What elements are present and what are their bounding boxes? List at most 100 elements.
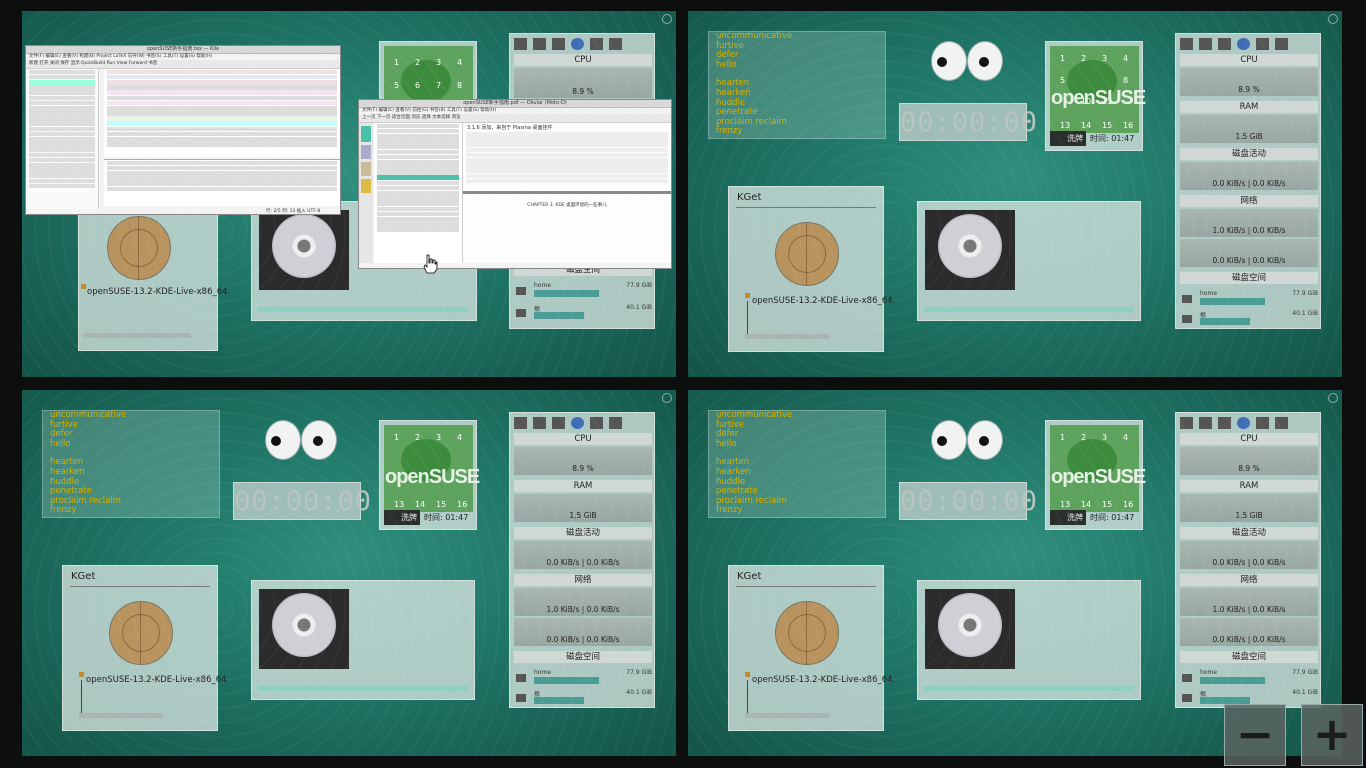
kile-log-panel[interactable] <box>104 159 340 206</box>
memory-icon[interactable] <box>1218 417 1231 429</box>
memory-icon[interactable] <box>1218 38 1231 50</box>
puzzle-tile[interactable]: 14 <box>1081 500 1091 509</box>
memory-icon[interactable] <box>552 38 565 50</box>
puzzle-tile[interactable]: 16 <box>1123 121 1133 130</box>
media-player-widget[interactable] <box>917 580 1141 700</box>
zoom-out-button[interactable]: − <box>1224 704 1286 766</box>
puzzle-tile[interactable]: 8 <box>457 81 462 90</box>
player-progress[interactable] <box>924 686 1134 691</box>
kile-window[interactable]: openSUSE新手指南.tex — Kile 文件(F) 编辑(E) 查看(V… <box>25 45 341 215</box>
memory-icon[interactable] <box>552 417 565 429</box>
kget-dial[interactable] <box>775 222 839 286</box>
battery-icon[interactable] <box>609 38 622 50</box>
timer-widget[interactable]: 00:00:00 <box>233 482 371 520</box>
puzzle-tile[interactable]: 14 <box>1081 121 1091 130</box>
sysmon-toolbar[interactable] <box>514 417 652 431</box>
sysmon-toolbar[interactable] <box>514 38 652 52</box>
puzzle-tile[interactable]: 4 <box>1123 54 1128 63</box>
puzzle-tile[interactable]: 3 <box>1102 54 1107 63</box>
cpu-icon[interactable] <box>533 38 546 50</box>
puzzle-board[interactable]: 1 2 3 4 openSUSE 13 14 15 16 <box>1050 425 1146 512</box>
puzzle-tile[interactable]: 1 <box>1060 433 1065 442</box>
shuffle-button[interactable]: 洗牌 <box>1050 510 1086 525</box>
virtual-desktop-2[interactable]: uncommunicative furtive defer hello hear… <box>688 11 1342 377</box>
puzzle-tile[interactable]: 2 <box>1081 54 1086 63</box>
network-globe-icon[interactable] <box>571 417 584 429</box>
hardware-icon[interactable] <box>1180 38 1193 50</box>
puzzle-tile[interactable]: 2 <box>1081 433 1086 442</box>
puzzle-tile[interactable]: 14 <box>415 500 425 509</box>
puzzle-tile[interactable]: 3 <box>1102 433 1107 442</box>
sysmon-toolbar[interactable] <box>1180 38 1318 52</box>
puzzle-tile[interactable]: 4 <box>1123 433 1128 442</box>
cpu-icon[interactable] <box>533 417 546 429</box>
okular-window[interactable]: openSUSE新手指南.pdf — Okular (Moto-D) 文件(F)… <box>358 99 672 269</box>
zoom-in-button[interactable]: + <box>1301 704 1363 766</box>
desktop-corner-icon[interactable] <box>662 393 672 403</box>
puzzle-tile[interactable]: 4 <box>457 433 462 442</box>
notes-widget[interactable]: uncommunicative furtive defer hello hear… <box>42 410 220 518</box>
okular-page-view[interactable]: 3.1.6 添加，来自于 Plasma 桌面挂件 CHAPTER 3. KDE … <box>463 123 671 263</box>
desktop-corner-icon[interactable] <box>662 14 672 24</box>
virtual-desktop-3[interactable]: uncommunicative furtive defer hello hear… <box>22 390 676 756</box>
virtual-desktop-1[interactable]: 1 2 3 4 5 6 7 8 openSUSE-13.2-KDE-Live-x… <box>22 11 676 377</box>
puzzle-tile[interactable]: 2 <box>415 58 420 67</box>
puzzle-widget[interactable]: 1 2 3 4 5 8 10 11 openSUSE 13 14 15 16 洗… <box>1045 41 1146 151</box>
kget-dial[interactable] <box>109 601 173 665</box>
disk-icon[interactable] <box>1256 417 1269 429</box>
puzzle-tile[interactable]: 15 <box>436 500 446 509</box>
kget-widget[interactable]: KGet openSUSE-13.2-KDE-Live-x86_64. <box>62 565 229 731</box>
media-player-widget[interactable] <box>917 201 1141 321</box>
media-player-widget[interactable] <box>251 580 475 700</box>
puzzle-tile[interactable]: 5 <box>394 81 399 90</box>
puzzle-tile[interactable]: 3 <box>436 433 441 442</box>
virtual-desktop-4[interactable]: uncommunicative furtive defer hello hear… <box>688 390 1342 756</box>
notes-widget[interactable]: uncommunicative furtive defer hello hear… <box>708 410 886 518</box>
player-progress[interactable] <box>258 307 468 312</box>
timer-widget[interactable]: 00:00:00 <box>899 103 1037 141</box>
kget-widget[interactable]: KGet openSUSE-13.2-KDE-Live-x86_64. <box>728 186 895 352</box>
hardware-icon[interactable] <box>1180 417 1193 429</box>
player-progress[interactable] <box>258 686 468 691</box>
puzzle-tile[interactable]: 13 <box>1060 500 1070 509</box>
disk-icon[interactable] <box>590 417 603 429</box>
shuffle-button[interactable]: 洗牌 <box>1050 131 1086 146</box>
puzzle-tile[interactable]: 16 <box>1123 500 1133 509</box>
puzzle-widget[interactable]: 1 2 3 4 openSUSE 13 14 15 16 洗牌 时间: 01:4… <box>379 420 480 530</box>
shuffle-button[interactable]: 洗牌 <box>384 510 420 525</box>
battery-icon[interactable] <box>1275 417 1288 429</box>
battery-icon[interactable] <box>609 417 622 429</box>
network-globe-icon[interactable] <box>571 38 584 50</box>
player-progress[interactable] <box>924 307 1134 312</box>
kget-dial[interactable] <box>107 216 171 280</box>
battery-icon[interactable] <box>1275 38 1288 50</box>
desktop-corner-icon[interactable] <box>1328 14 1338 24</box>
puzzle-board[interactable]: 1 2 3 4 openSUSE 13 14 15 16 <box>384 425 480 512</box>
puzzle-tile[interactable]: 5 <box>1060 76 1065 85</box>
puzzle-tile[interactable]: 1 <box>394 58 399 67</box>
kile-toolbar[interactable]: 新建 打开 关闭 保存 显示 QuickBuild Run View Forwa… <box>26 60 340 69</box>
kile-titlebar[interactable]: openSUSE新手指南.tex — Kile <box>26 46 340 54</box>
network-globe-icon[interactable] <box>1237 417 1250 429</box>
puzzle-tile[interactable]: 8 <box>1123 76 1128 85</box>
puzzle-tile[interactable]: 13 <box>1060 121 1070 130</box>
cpu-icon[interactable] <box>1199 38 1212 50</box>
okular-toolbar[interactable]: 上一页 下一页 适合页面 浏览 选择 文本选择 浏览 <box>359 114 671 123</box>
puzzle-board[interactable]: 1 2 3 4 5 8 10 11 openSUSE 13 14 15 16 <box>1050 46 1146 133</box>
timer-widget[interactable]: 00:00:00 <box>899 482 1037 520</box>
kile-editor[interactable] <box>104 69 340 157</box>
notes-widget[interactable]: uncommunicative furtive defer hello hear… <box>708 31 886 139</box>
disk-icon[interactable] <box>590 38 603 50</box>
puzzle-tile[interactable]: 15 <box>1102 500 1112 509</box>
kile-structure-panel[interactable] <box>26 69 99 209</box>
okular-sidebar[interactable] <box>359 123 373 263</box>
puzzle-tile[interactable]: 15 <box>1102 121 1112 130</box>
cpu-icon[interactable] <box>1199 417 1212 429</box>
hardware-icon[interactable] <box>514 417 527 429</box>
sysmon-toolbar[interactable] <box>1180 417 1318 431</box>
kget-widget[interactable]: KGet openSUSE-13.2-KDE-Live-x86_64. <box>728 565 895 731</box>
disk-icon[interactable] <box>1256 38 1269 50</box>
puzzle-tile[interactable]: 3 <box>436 58 441 67</box>
puzzle-tile[interactable]: 1 <box>1060 54 1065 63</box>
puzzle-tile[interactable]: 2 <box>415 433 420 442</box>
